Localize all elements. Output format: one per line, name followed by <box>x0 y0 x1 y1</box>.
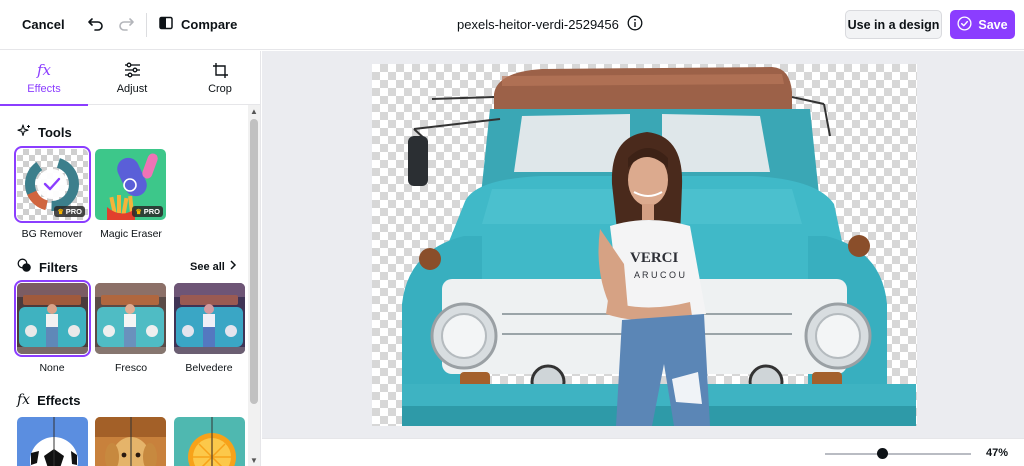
filters-heading: Filters <box>17 258 78 276</box>
tab-crop[interactable]: Crop <box>176 51 260 105</box>
toolbar-divider <box>146 13 147 37</box>
see-all-filters-link[interactable]: See all <box>190 260 237 273</box>
save-label: Save <box>978 17 1008 32</box>
filter-tile-fresco[interactable] <box>95 283 166 354</box>
compare-button[interactable]: Compare <box>158 14 237 34</box>
panel-scrollbar[interactable]: ▲ ▼ <box>248 105 260 466</box>
fx-icon: fx <box>36 61 51 79</box>
tab-label: Adjust <box>116 83 148 95</box>
effects-heading: fx Effects <box>17 392 80 408</box>
tab-effects[interactable]: fx Effects <box>0 51 88 106</box>
zoom-level[interactable]: 47% <box>986 447 1008 459</box>
effect-tile-dog[interactable] <box>95 417 166 466</box>
svg-text:A R U C O U: A R U C O U <box>634 270 685 280</box>
sparkle-icon <box>17 124 31 141</box>
panel-tabs: fx Effects Adjust Crop <box>0 51 260 106</box>
tile-label: Magic Eraser <box>100 228 162 240</box>
tab-label: Effects <box>27 83 61 95</box>
svg-text:VERCI: VERCI <box>630 250 679 266</box>
canvas-area: VERCI A R U C O U <box>262 51 1024 438</box>
filter-tile-none[interactable] <box>14 280 91 357</box>
sliders-icon <box>124 61 141 79</box>
file-title: pexels-heitor-verdi-2529456 <box>457 14 643 34</box>
tile-label: Fresco <box>114 362 148 374</box>
file-name: pexels-heitor-verdi-2529456 <box>457 16 619 32</box>
pro-badge: ♛ PRO <box>132 206 163 217</box>
magic-eraser-tile[interactable]: ♛ PRO <box>95 149 166 220</box>
check-circle-icon <box>957 15 972 34</box>
compare-icon <box>158 15 174 34</box>
crop-icon <box>212 61 229 79</box>
use-in-design-button[interactable]: Use in a design <box>845 10 942 39</box>
image-preview[interactable]: VERCI A R U C O U <box>372 64 917 426</box>
fx-icon: fx <box>17 392 31 408</box>
scroll-down-icon[interactable]: ▼ <box>248 454 260 466</box>
undo-icon[interactable] <box>86 14 106 34</box>
tile-label: Belvedere <box>185 362 233 374</box>
edit-panel: fx Effects Adjust Crop Tools ♛ PRO BG Re… <box>0 51 261 466</box>
tile-label: BG Remover <box>21 228 83 240</box>
scroll-thumb[interactable] <box>250 119 258 404</box>
pro-badge: ♛ PRO <box>54 206 85 217</box>
see-all-label: See all <box>190 260 225 273</box>
info-icon[interactable] <box>627 15 643 34</box>
tab-label: Crop <box>208 83 232 95</box>
filters-title: Filters <box>39 259 79 275</box>
top-bar: Cancel Compare pexels-heitor-verdi-25294… <box>0 0 1024 50</box>
save-button[interactable]: Save <box>950 10 1015 39</box>
filter-tile-belvedere[interactable] <box>174 283 245 354</box>
tab-adjust[interactable]: Adjust <box>88 51 176 105</box>
effect-tile-orange[interactable] <box>174 417 245 466</box>
bg-remover-tile[interactable]: ♛ PRO <box>14 146 91 223</box>
tile-label: None <box>39 362 65 374</box>
chevron-right-icon <box>229 260 237 273</box>
cancel-button[interactable]: Cancel <box>22 17 65 32</box>
zoom-bar: 47% <box>262 438 1024 466</box>
zoom-slider-handle[interactable] <box>877 448 888 459</box>
redo-icon[interactable] <box>116 14 136 34</box>
truck-photo: VERCI A R U C O U <box>402 67 916 426</box>
compare-label: Compare <box>181 16 238 32</box>
scroll-up-icon[interactable]: ▲ <box>248 105 260 117</box>
zoom-slider-track[interactable] <box>825 453 971 455</box>
filters-icon <box>17 258 32 276</box>
tools-title: Tools <box>38 125 72 140</box>
tools-heading: Tools <box>17 124 72 141</box>
effect-tile-ball[interactable] <box>17 417 88 466</box>
effects-title: Effects <box>37 392 81 408</box>
